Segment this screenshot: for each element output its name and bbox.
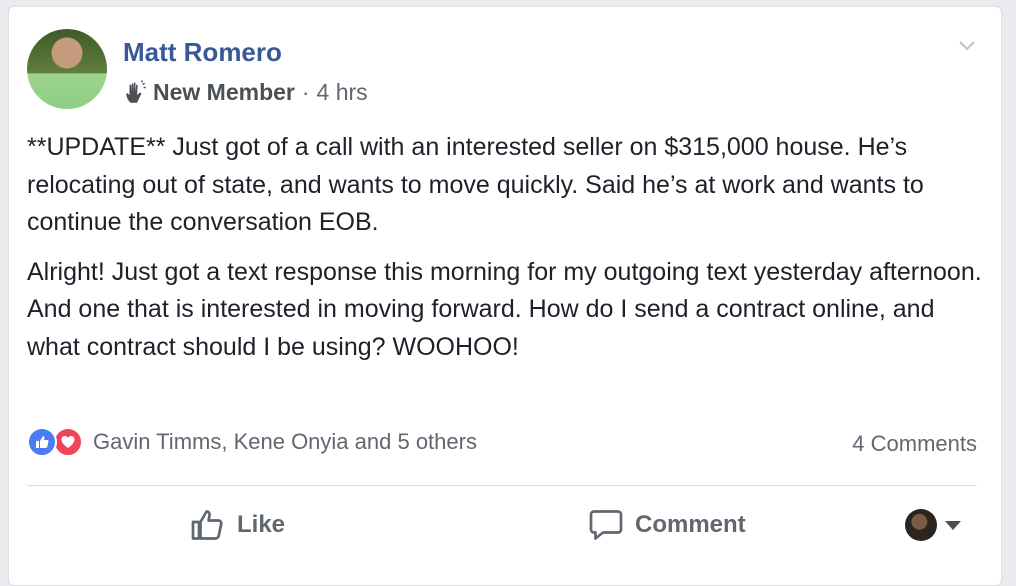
- waving-hand-icon: [126, 79, 146, 103]
- caret-down-icon: [945, 520, 961, 530]
- reactions-summary[interactable]: Gavin Timms, Kene Onyia and 5 others: [27, 427, 477, 457]
- post-paragraph: Alright! Just got a text response this m…: [27, 257, 982, 361]
- post-as-selector[interactable]: [905, 509, 961, 541]
- meta-separator: ·: [301, 79, 310, 105]
- author-avatar[interactable]: [27, 29, 107, 109]
- post-body: **UPDATE** Just got of a call with an in…: [27, 129, 987, 378]
- like-button[interactable]: Like: [189, 507, 285, 543]
- member-badge[interactable]: New Member: [153, 79, 295, 106]
- viewer-avatar: [905, 509, 937, 541]
- comments-count[interactable]: 4 Comments: [852, 431, 977, 457]
- thumbs-up-icon: [191, 510, 223, 540]
- like-reaction-icon: [27, 427, 57, 457]
- reaction-names[interactable]: Gavin Timms, Kene Onyia and 5 others: [93, 429, 477, 455]
- comment-bubble-icon: [589, 510, 623, 540]
- post-card: Matt Romero New Member · 4 hrs **UPDATE*…: [8, 6, 1002, 586]
- author-name[interactable]: Matt Romero: [123, 37, 282, 68]
- post-meta: New Member · 4 hrs: [123, 79, 368, 106]
- comment-button[interactable]: Comment: [587, 507, 746, 543]
- like-label: Like: [237, 511, 286, 538]
- post-timestamp[interactable]: 4 hrs: [317, 79, 368, 106]
- divider: [27, 485, 977, 486]
- post-paragraph: **UPDATE** Just got of a call with an in…: [27, 133, 924, 236]
- comment-label: Comment: [635, 511, 746, 538]
- chevron-down-icon[interactable]: [957, 35, 977, 55]
- love-reaction-icon: [53, 427, 83, 457]
